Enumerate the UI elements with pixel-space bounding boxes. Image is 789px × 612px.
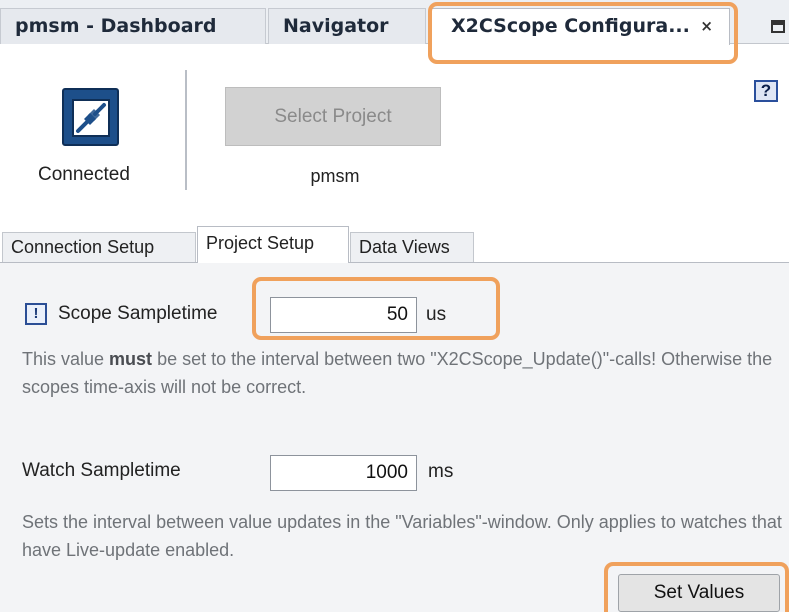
connection-status-label: Connected	[38, 164, 130, 185]
set-values-button[interactable]: Set Values	[618, 574, 780, 612]
hint-text: This value	[22, 349, 110, 369]
select-project-button[interactable]: Select Project	[225, 87, 441, 146]
tab-navigator[interactable]: Navigator	[268, 8, 426, 44]
watch-sampletime-unit: ms	[428, 461, 454, 482]
minimize-window-icon[interactable]	[771, 20, 785, 33]
subtab-label: Data Views	[359, 237, 450, 257]
subtab-label: Project Setup	[206, 233, 315, 253]
tab-label: Navigator	[283, 15, 389, 37]
help-icon[interactable]: ?	[754, 80, 778, 102]
tab-connection-setup[interactable]: Connection Setup	[2, 232, 196, 262]
scope-sampletime-label: Scope Sampletime	[58, 303, 218, 324]
header-divider	[185, 70, 187, 190]
scope-sampletime-input[interactable]	[270, 297, 417, 333]
tab-project-setup[interactable]: Project Setup	[197, 226, 349, 263]
tab-label: pmsm - Dashboard	[15, 15, 217, 37]
tab-x2cscope-configuration[interactable]: X2CScope Configura... ×	[430, 8, 730, 45]
scope-sampletime-hint: This value must be set to the interval b…	[22, 345, 782, 401]
watch-sampletime-hint: Sets the interval between value updates …	[22, 512, 782, 560]
scope-sampletime-unit: us	[426, 304, 447, 325]
watch-sampletime-input[interactable]	[270, 455, 417, 491]
warning-icon: !	[25, 303, 47, 325]
close-icon[interactable]: ×	[700, 9, 713, 43]
hint-emphasis: must	[109, 349, 153, 369]
tab-data-views[interactable]: Data Views	[350, 232, 474, 262]
plug-connected-icon[interactable]	[62, 88, 119, 146]
project-name-label: pmsm	[310, 166, 360, 186]
subtab-label: Connection Setup	[11, 237, 155, 257]
tab-pmsm-dashboard[interactable]: pmsm - Dashboard	[0, 8, 266, 44]
editor-tab-strip: pmsm - Dashboard Navigator X2CScope Conf…	[0, 0, 789, 45]
tab-label: X2CScope Configura...	[451, 15, 690, 37]
watch-sampletime-label: Watch Sampletime	[22, 460, 181, 481]
